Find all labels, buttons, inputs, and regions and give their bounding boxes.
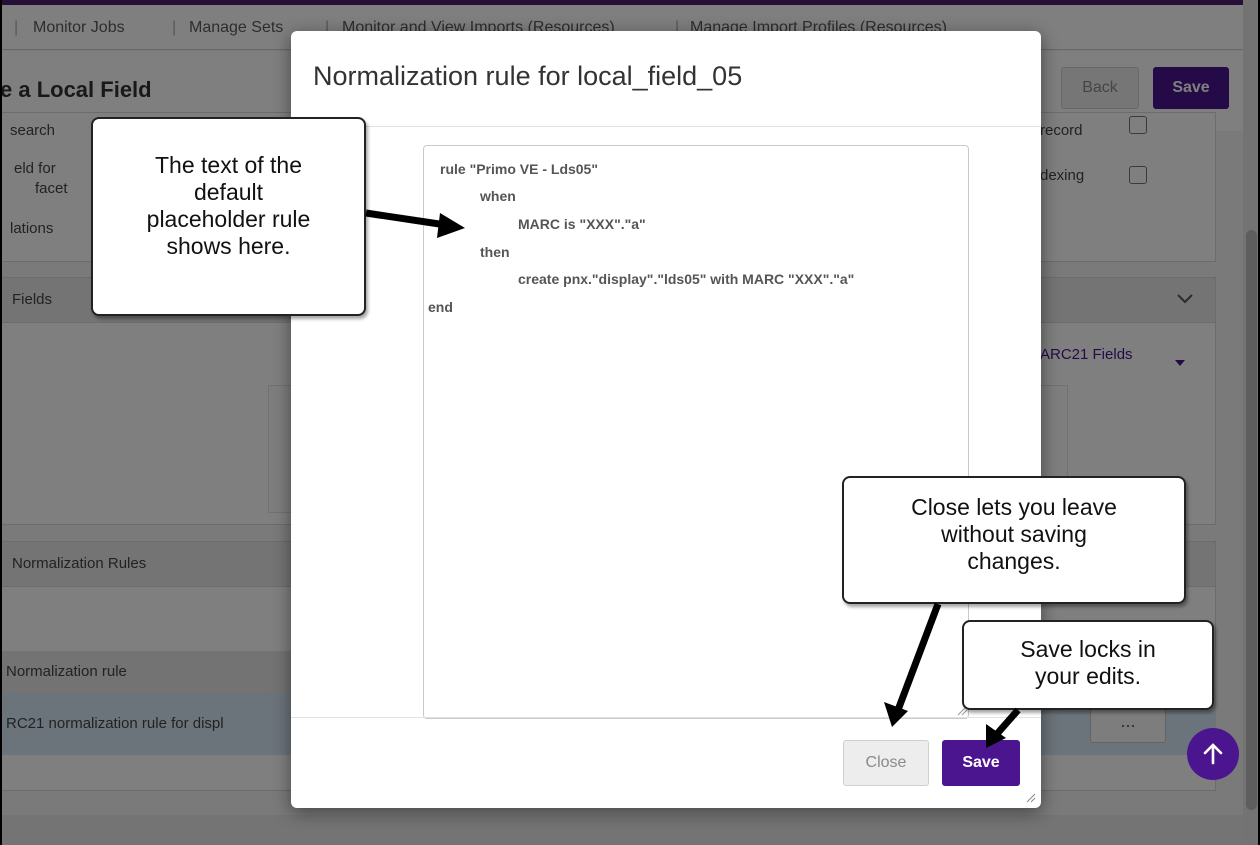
close-button[interactable]: Close	[843, 740, 929, 786]
dialog-title: Normalization rule for local_field_05	[313, 61, 743, 91]
rule-line: when	[480, 188, 516, 204]
callout-line: changes.	[967, 548, 1061, 574]
rule-editor-textarea[interactable]: rule "Primo VE - Lds05" when MARC is "XX…	[423, 145, 969, 719]
rule-line: rule "Primo VE - Lds05"	[440, 161, 598, 177]
rule-line: create pnx."display"."lds05" with MARC "…	[518, 271, 855, 287]
callout-line: Save locks in	[1020, 636, 1156, 662]
callout-line: shows here.	[166, 233, 291, 259]
callout-line: without saving	[941, 521, 1087, 547]
dialog-footer-divider	[291, 717, 1041, 718]
rule-line: then	[480, 244, 510, 260]
save-button[interactable]: Save	[942, 740, 1020, 786]
dialog-resize-grip-icon[interactable]	[1026, 793, 1036, 803]
frame-border-left	[0, 0, 2, 845]
callout-line: default	[193, 179, 264, 205]
callout-line: your edits.	[1034, 663, 1142, 689]
callout-line: Close lets you leave	[911, 494, 1117, 520]
callout-line: placeholder rule	[146, 206, 311, 232]
callout-close: Close lets you leave without saving chan…	[842, 476, 1186, 604]
arrow-up-icon	[1203, 743, 1223, 765]
callout-rule-text: The text of the default placeholder rule…	[91, 117, 366, 316]
callout-line: The text of the	[154, 152, 303, 178]
rule-line: end	[428, 299, 453, 315]
callout-save: Save locks in your edits.	[962, 620, 1214, 710]
scroll-to-top-button[interactable]	[1187, 728, 1239, 780]
dialog-header-divider	[291, 126, 1041, 127]
normalization-rule-dialog: Normalization rule for local_field_05 ru…	[291, 31, 1041, 808]
rule-line: MARC is "XXX"."a"	[518, 216, 646, 232]
